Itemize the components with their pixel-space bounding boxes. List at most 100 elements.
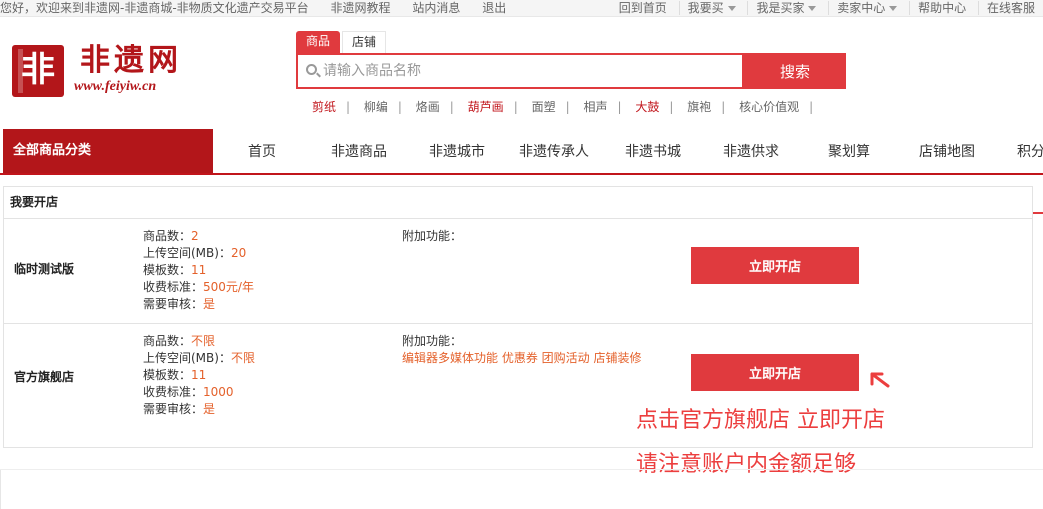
spec-value: 20 bbox=[230, 246, 247, 260]
chevron-down-icon bbox=[808, 6, 817, 11]
extra-label: 附加功能： bbox=[402, 229, 463, 243]
nav-item-points[interactable]: 积分 bbox=[1017, 129, 1043, 173]
chevron-down-icon bbox=[727, 6, 736, 11]
divider: | bbox=[449, 100, 454, 114]
logo-mark-icon: 非 bbox=[12, 45, 64, 97]
nav-item-bookstore[interactable]: 非遗书城 bbox=[625, 129, 681, 173]
open-shop-button[interactable]: 立即开店 bbox=[691, 354, 859, 391]
hot-word[interactable]: 葫芦画 bbox=[468, 98, 504, 115]
open-shop-button[interactable]: 立即开店 bbox=[691, 247, 859, 284]
site-logo[interactable]: 非 非遗网 www.feiyiw.cn bbox=[12, 43, 202, 99]
logout-link[interactable]: 退出 bbox=[482, 1, 506, 15]
main-nav: 全部商品分类 首页 非遗商品 非遗城市 非遗传承人 非遗书城 非遗供求 聚划算 … bbox=[0, 129, 1043, 175]
logo-mark-text: 非 bbox=[21, 50, 55, 90]
spec-label: 模板数： bbox=[143, 263, 192, 277]
divider: | bbox=[397, 100, 402, 114]
spec-label: 商品数： bbox=[143, 229, 192, 243]
divider: | bbox=[565, 100, 570, 114]
hot-word[interactable]: 剪纸 bbox=[312, 98, 336, 115]
extra-label: 附加功能： bbox=[402, 334, 463, 348]
seller-menu-label: 卖家中心 bbox=[837, 1, 886, 15]
buy-menu[interactable]: 我要买 bbox=[678, 1, 744, 15]
hot-word[interactable]: 烙画 bbox=[416, 98, 440, 115]
all-categories-button[interactable]: 全部商品分类 bbox=[3, 129, 213, 173]
plan-row: 临时测试版 商品数：2 上传空间(MB)：20 模板数：11 收费标准：500元… bbox=[4, 220, 1032, 324]
help-link[interactable]: 帮助中心 bbox=[909, 1, 975, 15]
service-link-label: 在线客服 bbox=[986, 1, 1035, 15]
spec-label: 收费标准： bbox=[143, 385, 204, 399]
nav-item-supply[interactable]: 非遗供求 bbox=[723, 129, 779, 173]
logo-name: 非遗网 bbox=[80, 43, 182, 78]
edge-marker bbox=[1033, 212, 1043, 214]
divider: | bbox=[721, 100, 726, 114]
nav-item-inheritors[interactable]: 非遗传承人 bbox=[519, 129, 589, 173]
spec-label: 商品数： bbox=[143, 334, 192, 348]
divider bbox=[0, 470, 1, 509]
spec-label: 需要审核： bbox=[143, 297, 204, 311]
hot-word[interactable]: 核心价值观 bbox=[739, 98, 799, 115]
divider bbox=[0, 469, 1043, 470]
spec-value: 500元/年 bbox=[203, 280, 254, 294]
search-button[interactable]: 搜索 bbox=[744, 53, 846, 89]
plan-name: 临时测试版 bbox=[14, 262, 75, 276]
spec-value: 11 bbox=[191, 368, 207, 382]
service-link[interactable]: 在线客服 bbox=[977, 1, 1043, 15]
nav-item-shop-map[interactable]: 店铺地图 bbox=[919, 129, 975, 173]
logo-url: www.feiyiw.cn bbox=[74, 79, 157, 94]
seller-menu[interactable]: 卖家中心 bbox=[828, 1, 906, 15]
divider: | bbox=[513, 100, 518, 114]
annotation-line-1: 点击官方旗舰店 立即开店 bbox=[636, 408, 885, 433]
spec-value: 11 bbox=[191, 263, 207, 277]
spec-value: 不限 bbox=[230, 351, 255, 365]
spec-label: 需要审核： bbox=[143, 402, 204, 416]
top-bar-right: 回到首页 我要买 我是买家 卖家中心 帮助中心 在线客服 bbox=[611, 0, 1043, 16]
extra-value: 编辑器多媒体功能 优惠券 团购活动 店铺装修 bbox=[402, 351, 642, 365]
divider: | bbox=[617, 100, 622, 114]
buy-menu-label: 我要买 bbox=[687, 1, 724, 15]
hot-word[interactable]: 面塑 bbox=[532, 98, 556, 115]
tab-goods[interactable]: 商品 bbox=[296, 31, 340, 53]
spec-value: 不限 bbox=[191, 334, 216, 348]
divider: | bbox=[809, 100, 814, 114]
annotation-line-2: 请注意账户内金额足够 bbox=[636, 452, 857, 477]
divider: | bbox=[346, 100, 351, 114]
plan-name: 官方旗舰店 bbox=[14, 370, 75, 384]
panel-title: 我要开店 bbox=[4, 187, 1032, 219]
spec-value: 是 bbox=[203, 402, 216, 416]
tutorial-link[interactable]: 非遗网教程 bbox=[331, 1, 391, 15]
home-link[interactable]: 回到首页 bbox=[611, 1, 675, 15]
divider: | bbox=[669, 100, 674, 114]
help-link-label: 帮助中心 bbox=[918, 1, 967, 15]
plan-specs: 商品数：2 上传空间(MB)：20 模板数：11 收费标准：500元/年 需要审… bbox=[143, 228, 254, 313]
buyer-menu[interactable]: 我是买家 bbox=[747, 1, 825, 15]
chevron-down-icon bbox=[889, 6, 898, 11]
welcome-text: 您好，欢迎来到非遗网-非遗商城-非物质文化遗产交易平台 bbox=[0, 1, 309, 15]
nav-item-goods[interactable]: 非遗商品 bbox=[331, 129, 387, 173]
spec-label: 上传空间(MB)： bbox=[143, 351, 231, 365]
hot-word[interactable]: 旗袍 bbox=[687, 98, 711, 115]
top-bar-left: 您好，欢迎来到非遗网-非遗商城-非物质文化遗产交易平台 非遗网教程 站内消息 退… bbox=[0, 0, 524, 16]
spec-label: 收费标准： bbox=[143, 280, 204, 294]
search-icon bbox=[306, 64, 317, 75]
plan-specs: 商品数：不限 上传空间(MB)：不限 模板数：11 收费标准：1000 需要审核… bbox=[143, 333, 255, 418]
home-link-label: 回到首页 bbox=[618, 1, 667, 15]
plan-extras: 附加功能： 编辑器多媒体功能 优惠券 团购活动 店铺装修 bbox=[402, 333, 647, 367]
hot-words: 剪纸 | 柳编 | 烙画 | 葫芦画 | 面塑 | 相声 | 大鼓 | 旗袍 | 核心价值观 | bbox=[312, 98, 823, 115]
spec-label: 模板数： bbox=[143, 368, 192, 382]
nav-item-home[interactable]: 首页 bbox=[248, 129, 276, 173]
search-box: 搜索 bbox=[296, 53, 846, 89]
search-input[interactable] bbox=[298, 55, 742, 87]
hot-word[interactable]: 柳编 bbox=[364, 98, 388, 115]
arrow-icon bbox=[870, 372, 890, 388]
messages-link[interactable]: 站内消息 bbox=[412, 1, 460, 15]
tab-shops[interactable]: 店铺 bbox=[342, 31, 386, 53]
nav-item-cities[interactable]: 非遗城市 bbox=[429, 129, 485, 173]
hot-word[interactable]: 相声 bbox=[583, 98, 607, 115]
spec-value: 1000 bbox=[203, 385, 234, 399]
spec-value: 是 bbox=[203, 297, 216, 311]
spec-value: 2 bbox=[191, 229, 199, 243]
hot-word[interactable]: 大鼓 bbox=[635, 98, 659, 115]
spec-label: 上传空间(MB)： bbox=[143, 246, 231, 260]
buyer-menu-label: 我是买家 bbox=[756, 1, 805, 15]
nav-item-group-buy[interactable]: 聚划算 bbox=[828, 129, 870, 173]
